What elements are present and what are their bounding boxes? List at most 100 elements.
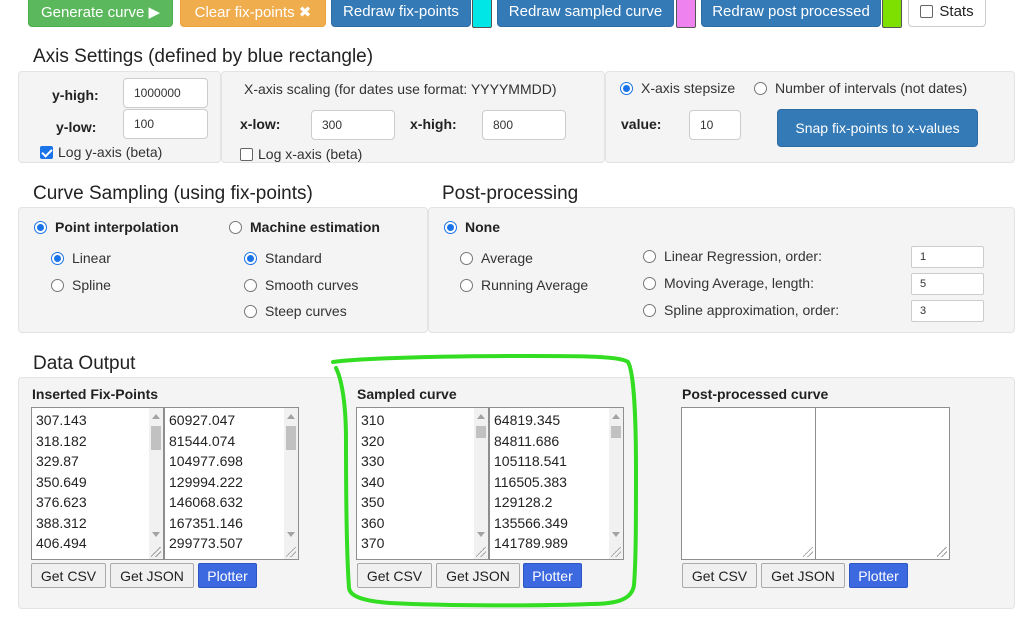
standard-option[interactable]: Standard: [244, 250, 322, 266]
fix-y-scrollbar[interactable]: [284, 408, 298, 559]
textarea-line: 167351.146: [169, 514, 243, 531]
fix-points-x-textarea[interactable]: 307.143 318.182 329.87 350.649 376.623 388.31…: [31, 407, 164, 560]
x-high-input[interactable]: 800: [482, 110, 566, 140]
textarea-line: 406.494: [36, 535, 87, 551]
post-processed-curve-title: Post-processed curve: [682, 386, 829, 402]
spline-approximation-radio[interactable]: [643, 303, 656, 317]
textarea-line: 307.143: [36, 412, 87, 428]
running-average-option[interactable]: Running Average: [460, 277, 588, 293]
intervals-radio[interactable]: [754, 81, 767, 95]
point-interpolation-label: Point interpolation: [55, 219, 179, 235]
resize-grip-icon[interactable]: [611, 547, 621, 557]
post-y-textarea[interactable]: [815, 407, 950, 560]
fix-x-scrollbar[interactable]: [149, 408, 163, 559]
y-high-input[interactable]: 1000000: [123, 78, 208, 108]
resize-grip-icon[interactable]: [803, 547, 813, 557]
sampled-get-csv-button[interactable]: Get CSV: [357, 563, 432, 588]
spline-radio[interactable]: [51, 278, 64, 292]
linear-radio[interactable]: [51, 251, 64, 265]
textarea-line: 135566.349: [494, 514, 568, 531]
point-interpolation-radio[interactable]: [34, 220, 47, 234]
resize-grip-icon[interactable]: [937, 547, 947, 557]
fix-points-color-swatch[interactable]: [472, 0, 492, 28]
machine-estimation-radio[interactable]: [229, 220, 242, 234]
log-x-option[interactable]: Log x-axis (beta): [240, 146, 362, 162]
point-interpolation-option[interactable]: Point interpolation: [34, 219, 179, 235]
intervals-label: Number of intervals (not dates): [775, 80, 968, 96]
linear-regression-order-input[interactable]: 1: [911, 246, 984, 268]
textarea-line: 320: [361, 432, 385, 449]
curve-sampling-title: Curve Sampling (using fix-points): [33, 183, 313, 204]
machine-estimation-label: Machine estimation: [250, 219, 380, 235]
post-none-option[interactable]: None: [444, 219, 500, 235]
textarea-line: 129994.222: [169, 473, 243, 490]
stepsize-radio[interactable]: [620, 81, 633, 95]
post-color-swatch[interactable]: [882, 0, 902, 28]
steep-curves-radio[interactable]: [244, 304, 257, 318]
sampled-plotter-button[interactable]: Plotter: [523, 563, 582, 588]
generate-curve-button[interactable]: Generate curve ▶: [28, 0, 173, 27]
steep-curves-option[interactable]: Steep curves: [244, 303, 347, 319]
intervals-radio-option[interactable]: Number of intervals (not dates): [754, 80, 967, 96]
sampled-x-textarea[interactable]: 310 320 330 340 350 360 370: [356, 407, 489, 560]
log-x-checkbox[interactable]: [240, 147, 253, 161]
post-none-radio[interactable]: [444, 220, 457, 234]
post-x-textarea[interactable]: [681, 407, 816, 560]
smooth-curves-option[interactable]: Smooth curves: [244, 277, 358, 293]
spline-approximation-option[interactable]: Spline approximation, order:: [643, 302, 839, 318]
axis-settings-title: Axis Settings (defined by blue rectangle…: [33, 46, 374, 67]
x-low-input[interactable]: 300: [311, 110, 395, 140]
fix-points-y-textarea[interactable]: 60927.047 81544.074 104977.698 129994.222 14…: [164, 407, 299, 560]
moving-average-length-input[interactable]: 5: [911, 273, 984, 295]
smooth-curves-radio[interactable]: [244, 278, 257, 292]
resize-grip-icon[interactable]: [151, 547, 161, 557]
sampled-y-scrollbar[interactable]: [609, 408, 623, 559]
textarea-line: 84811.686: [494, 432, 560, 449]
stepsize-value-input[interactable]: 10: [689, 110, 741, 140]
linear-regression-radio[interactable]: [643, 249, 656, 263]
post-plotter-button[interactable]: Plotter: [849, 563, 908, 588]
fix-plotter-button[interactable]: Plotter: [198, 563, 257, 588]
sampled-color-swatch[interactable]: [676, 0, 696, 28]
sampled-x-scrollbar[interactable]: [474, 408, 488, 559]
clear-fix-points-button[interactable]: Clear fix-points ✖: [180, 0, 326, 27]
textarea-line: 370: [361, 535, 385, 551]
stepsize-radio-option[interactable]: X-axis stepsize: [620, 80, 735, 96]
resize-grip-icon[interactable]: [476, 547, 486, 557]
textarea-line: 350.649: [36, 473, 87, 490]
average-radio[interactable]: [460, 251, 473, 265]
y-low-input[interactable]: 100: [123, 109, 208, 139]
inserted-fix-points-title: Inserted Fix-Points: [32, 386, 159, 402]
redraw-sampled-curve-button[interactable]: Redraw sampled curve: [497, 0, 674, 27]
post-get-json-button[interactable]: Get JSON: [761, 563, 845, 588]
log-y-option[interactable]: Log y-axis (beta): [40, 144, 162, 160]
moving-average-radio[interactable]: [643, 276, 656, 290]
post-get-csv-button[interactable]: Get CSV: [682, 563, 757, 588]
stats-checkbox[interactable]: [920, 5, 934, 18]
fix-get-json-button[interactable]: Get JSON: [110, 563, 194, 588]
sampled-y-textarea[interactable]: 64819.345 84811.686 105118.541 116505.383 12…: [489, 407, 624, 560]
redraw-post-processed-button[interactable]: Redraw post processed: [701, 0, 881, 27]
average-option[interactable]: Average: [460, 250, 533, 266]
standard-radio[interactable]: [244, 251, 257, 265]
linear-regression-option[interactable]: Linear Regression, order:: [643, 248, 822, 264]
spline-approximation-order-input[interactable]: 3: [911, 300, 984, 322]
fix-get-csv-button[interactable]: Get CSV: [31, 563, 106, 588]
stats-toggle[interactable]: Stats: [908, 0, 986, 27]
sampled-get-json-button[interactable]: Get JSON: [436, 563, 520, 588]
redraw-fix-points-button[interactable]: Redraw fix-points: [331, 0, 471, 27]
textarea-line: 350: [361, 494, 385, 510]
textarea-line: 105118.541: [494, 453, 567, 469]
log-y-checkbox[interactable]: [40, 145, 53, 159]
snap-fix-points-button[interactable]: Snap fix-points to x-values: [777, 109, 978, 147]
moving-average-option[interactable]: Moving Average, length:: [643, 275, 814, 291]
textarea-line: 310: [361, 412, 385, 428]
x-high-label: x-high:: [410, 116, 457, 132]
spline-option[interactable]: Spline: [51, 277, 111, 293]
textarea-line: 299773.507: [169, 535, 243, 551]
smooth-curves-label: Smooth curves: [265, 277, 359, 293]
machine-estimation-option[interactable]: Machine estimation: [229, 219, 380, 235]
linear-option[interactable]: Linear: [51, 250, 111, 266]
running-average-radio[interactable]: [460, 278, 473, 292]
resize-grip-icon[interactable]: [286, 547, 296, 557]
